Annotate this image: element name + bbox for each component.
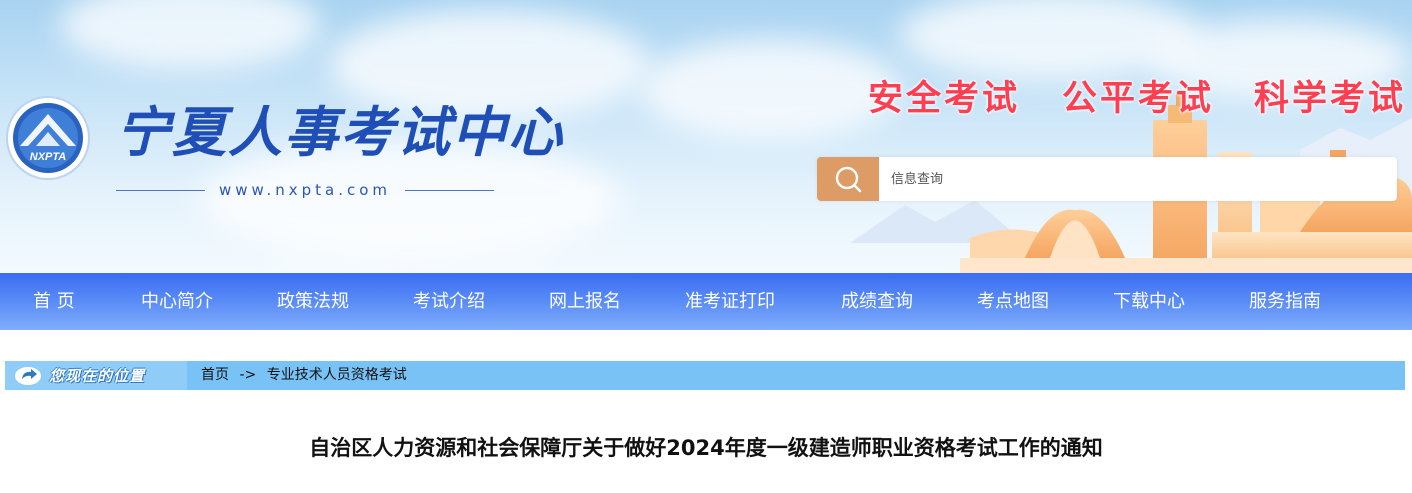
search-box xyxy=(817,157,1397,201)
breadcrumb-current-link[interactable]: 专业技术人员资格考试 xyxy=(267,367,407,383)
slogan-scientific: 科学考试 xyxy=(1254,79,1407,119)
nav-item-online-registration[interactable]: 网上报名 xyxy=(549,273,621,330)
search-button[interactable] xyxy=(817,157,879,201)
breadcrumb-badge: 您现在的位置 xyxy=(5,361,187,390)
nav-item-service-guide[interactable]: 服务指南 xyxy=(1249,273,1321,330)
nav-item-downloads[interactable]: 下载中心 xyxy=(1113,273,1185,330)
header-banner: NXPTA 宁夏人事考试中心 www.nxpta.com 安全考试 公平考试 科… xyxy=(0,0,1412,273)
slogan-safe: 安全考试 xyxy=(868,79,1021,119)
article-title: 自治区人力资源和社会保障厅关于做好2024年度一级建造师职业资格考试工作的通知 xyxy=(309,436,1103,460)
nav-item-exam-site-map[interactable]: 考点地图 xyxy=(977,273,1049,330)
search-input[interactable] xyxy=(891,157,1381,201)
site-url-row: www.nxpta.com xyxy=(116,179,495,201)
main-nav: 首 页 中心简介 政策法规 考试介绍 网上报名 准考证打印 成绩查询 考点地图 … xyxy=(0,273,1412,330)
nxpta-logo: NXPTA xyxy=(6,96,90,180)
nav-item-home[interactable]: 首 页 xyxy=(33,273,75,330)
nav-item-exam-intro[interactable]: 考试介绍 xyxy=(413,273,485,330)
nav-item-admission-ticket[interactable]: 准考证打印 xyxy=(685,273,775,330)
nav-item-score-query[interactable]: 成绩查询 xyxy=(841,273,913,330)
breadcrumb: 您现在的位置 首页 -> 专业技术人员资格考试 xyxy=(5,361,1405,390)
site-title: 宁夏人事考试中心 xyxy=(116,100,564,164)
site-url: www.nxpta.com xyxy=(219,181,391,199)
search-icon xyxy=(835,166,862,193)
divider-line xyxy=(405,189,495,191)
nav-item-about[interactable]: 中心简介 xyxy=(141,273,213,330)
logo-text: NXPTA xyxy=(30,151,67,163)
location-arrow-icon xyxy=(15,366,41,385)
breadcrumb-separator: -> xyxy=(239,367,257,383)
nav-item-policy[interactable]: 政策法规 xyxy=(277,273,349,330)
divider-line xyxy=(116,189,206,191)
breadcrumb-home-link[interactable]: 首页 xyxy=(201,367,229,383)
breadcrumb-badge-label: 您现在的位置 xyxy=(49,367,146,385)
breadcrumb-path: 首页 -> 专业技术人员资格考试 xyxy=(201,361,407,390)
slogan-fair: 公平考试 xyxy=(1062,79,1215,119)
